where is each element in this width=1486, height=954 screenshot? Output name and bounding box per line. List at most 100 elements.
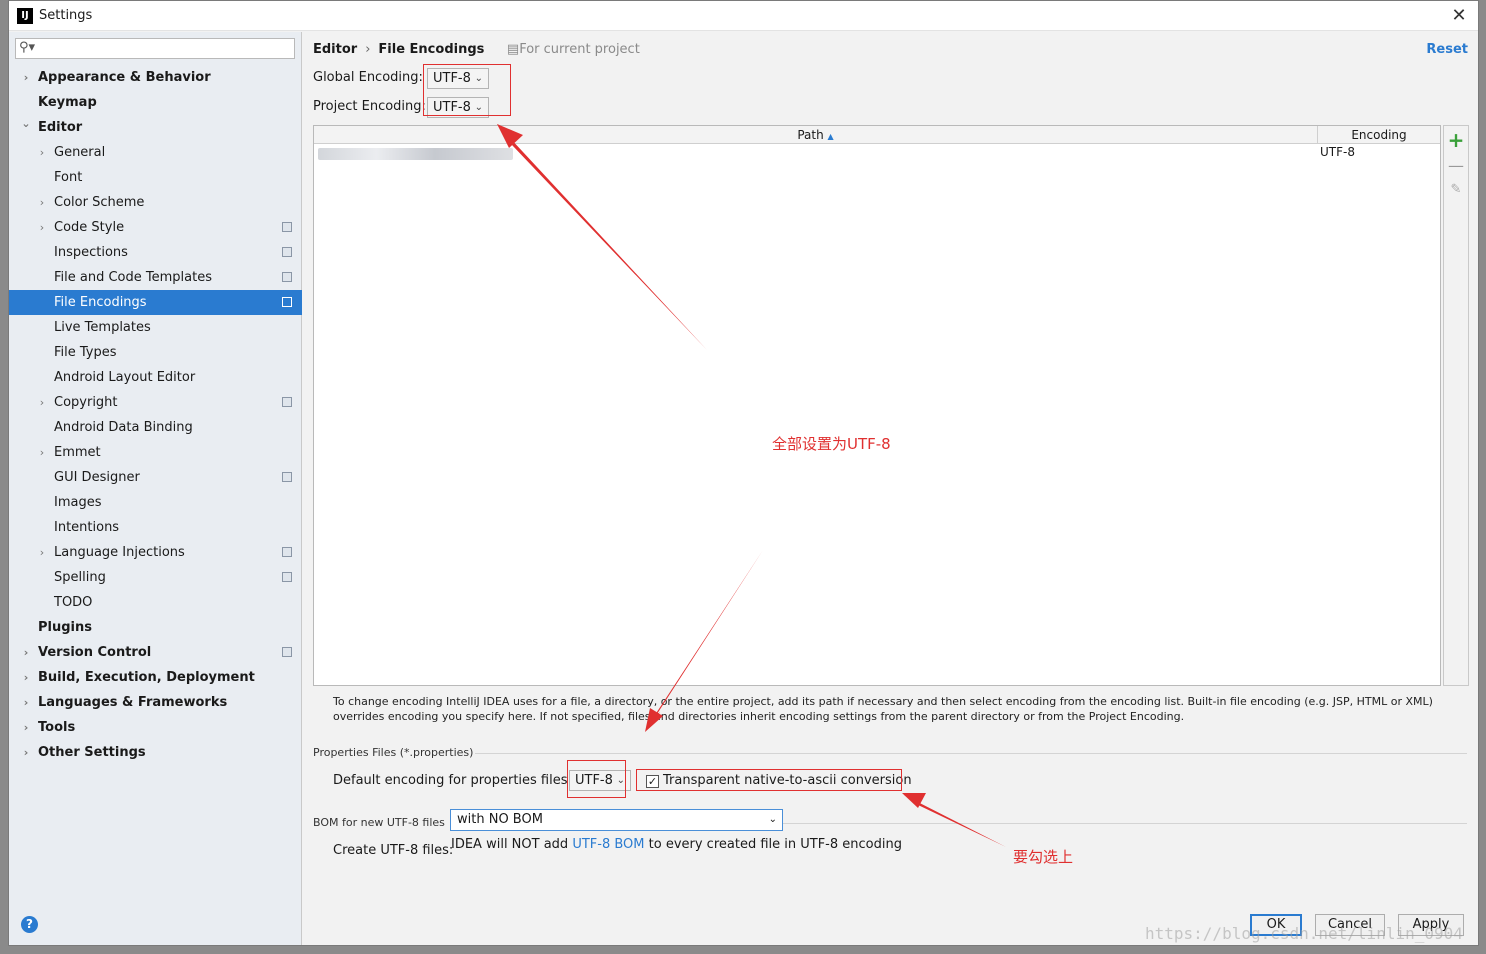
sidebar-item-code-style[interactable]: › Code Style	[9, 215, 302, 240]
chevron-right-icon[interactable]: ›	[37, 190, 47, 215]
sidebar-item-live-templates[interactable]: Live Templates	[9, 315, 302, 340]
project-scope-icon	[282, 297, 292, 307]
chevron-right-icon[interactable]: ›	[37, 140, 47, 165]
sidebar-item-label: Emmet	[54, 445, 101, 460]
chevron-right-icon[interactable]: ›	[37, 215, 47, 240]
chevron-right-icon[interactable]: ›	[37, 440, 47, 465]
chevron-down-icon: ⌄	[768, 814, 777, 825]
breadcrumb-editor: Editor	[313, 42, 358, 57]
properties-section-title: Properties Files (*.properties)	[313, 746, 474, 759]
bom-select-value: with NO BOM	[457, 812, 543, 827]
chevron-right-icon[interactable]: ›	[21, 640, 31, 665]
sidebar-item-font[interactable]: Font	[9, 165, 302, 190]
chevron-right-icon[interactable]: ›	[21, 665, 31, 690]
column-header-encoding[interactable]: Encoding	[1318, 126, 1440, 144]
project-scope-icon	[282, 247, 292, 257]
sidebar-item-todo[interactable]: TODO	[9, 590, 302, 615]
sidebar-item-label: Code Style	[54, 220, 125, 235]
utf8-bom-link[interactable]: UTF-8 BOM	[572, 837, 644, 852]
table-row-path-blurred[interactable]	[318, 148, 513, 160]
settings-window: IJ Settings ✕ ⚲▾ › Appearance & Behavior K…	[8, 0, 1479, 946]
chevron-right-icon[interactable]: ›	[21, 690, 31, 715]
sidebar-item-label: Other Settings	[38, 745, 146, 760]
project-scope-icon	[282, 547, 292, 557]
sidebar-item-label: Editor	[38, 120, 83, 135]
sidebar-item-file-encodings[interactable]: File Encodings	[9, 290, 302, 315]
chevron-right-icon[interactable]: ›	[21, 740, 31, 765]
chevron-right-icon[interactable]: ›	[21, 715, 31, 740]
sidebar-item-label: GUI Designer	[54, 470, 140, 485]
global-encoding-label: Global Encoding:	[313, 70, 423, 85]
breadcrumb-separator: ›	[365, 42, 371, 57]
project-scope-icon	[282, 647, 292, 657]
sidebar-item-language-injections[interactable]: › Language Injections	[9, 540, 302, 565]
sidebar-item-gui-designer[interactable]: GUI Designer	[9, 465, 302, 490]
bom-select[interactable]: with NO BOM ⌄	[450, 809, 783, 831]
sidebar-item-plugins[interactable]: Plugins	[9, 615, 302, 640]
add-icon[interactable]: +	[1444, 128, 1468, 152]
close-icon[interactable]: ✕	[1448, 5, 1470, 27]
sidebar-item-inspections[interactable]: Inspections	[9, 240, 302, 265]
sidebar-item-color-scheme[interactable]: › Color Scheme	[9, 190, 302, 215]
bom-section-title: BOM for new UTF-8 files	[313, 816, 445, 829]
sidebar-item-label: Android Layout Editor	[54, 370, 196, 385]
sidebar-item-keymap[interactable]: Keymap	[9, 90, 302, 115]
sidebar-item-version-control[interactable]: › Version Control	[9, 640, 302, 665]
sidebar-item-label: Appearance & Behavior	[38, 70, 211, 85]
sidebar-item-spelling[interactable]: Spelling	[9, 565, 302, 590]
sidebar-item-label: Inspections	[54, 245, 128, 260]
sidebar-item-file-types[interactable]: File Types	[9, 340, 302, 365]
chevron-right-icon[interactable]: ›	[37, 390, 47, 415]
sidebar-item-label: Android Data Binding	[54, 420, 193, 435]
chevron-down-icon[interactable]: ⌄	[21, 111, 31, 136]
search-icon: ⚲▾	[19, 40, 36, 55]
sidebar-item-label: Live Templates	[54, 320, 151, 335]
chevron-right-icon[interactable]: ›	[21, 65, 31, 90]
sidebar-item-file-and-code-templates[interactable]: File and Code Templates	[9, 265, 302, 290]
help-icon[interactable]: ?	[21, 916, 38, 933]
sidebar-item-label: TODO	[54, 595, 93, 610]
sidebar-item-label: Images	[54, 495, 102, 510]
sidebar-item-label: File Types	[54, 345, 117, 360]
sidebar-item-build-execution-deployment[interactable]: › Build, Execution, Deployment	[9, 665, 302, 690]
annotation-box-properties-encoding	[567, 760, 626, 798]
sidebar-item-general[interactable]: › General	[9, 140, 302, 165]
sidebar-item-label: Color Scheme	[54, 195, 145, 210]
reset-link[interactable]: Reset	[1426, 42, 1468, 57]
watermark: https://blog.csdn.net/linlin_0904	[1145, 924, 1463, 943]
bom-note-prefix: IDEA will NOT add	[451, 837, 573, 852]
annotation-note-set-utf8: 全部设置为UTF-8	[772, 435, 891, 453]
sidebar-item-intentions[interactable]: Intentions	[9, 515, 302, 540]
column-header-path-label: Path	[797, 128, 824, 142]
sidebar-item-label: Font	[54, 170, 83, 185]
sidebar-item-label: Keymap	[38, 95, 97, 110]
sidebar-item-android-layout-editor[interactable]: Android Layout Editor	[9, 365, 302, 390]
settings-search-input[interactable]: ⚲▾	[15, 38, 295, 59]
sidebar-item-emmet[interactable]: › Emmet	[9, 440, 302, 465]
chevron-right-icon[interactable]: ›	[37, 540, 47, 565]
project-encoding-label: Project Encoding:	[313, 99, 426, 114]
remove-icon[interactable]: —	[1444, 154, 1468, 178]
sidebar-item-copyright[interactable]: › Copyright	[9, 390, 302, 415]
for-current-project-hint: ▤ For current project	[507, 42, 640, 57]
sidebar-item-images[interactable]: Images	[9, 490, 302, 515]
sidebar-item-editor[interactable]: ⌄ Editor	[9, 115, 302, 140]
table-toolbar: + — ✎	[1443, 125, 1469, 686]
sidebar-item-label: File Encodings	[54, 295, 147, 310]
sidebar-item-label: Build, Execution, Deployment	[38, 670, 255, 685]
bom-note-suffix: to every created file in UTF-8 encoding	[644, 837, 902, 852]
sidebar-item-label: Intentions	[54, 520, 120, 535]
sidebar-item-languages-frameworks[interactable]: › Languages & Frameworks	[9, 690, 302, 715]
project-scope-icon	[282, 222, 292, 232]
sidebar-item-appearance-behavior[interactable]: › Appearance & Behavior	[9, 65, 302, 90]
sidebar-item-tools[interactable]: › Tools	[9, 715, 302, 740]
table-row-encoding[interactable]: UTF-8	[1320, 145, 1355, 159]
create-utf8-files-label: Create UTF-8 files:	[333, 843, 454, 858]
column-header-path[interactable]: Path ▲	[314, 126, 1318, 144]
properties-section-divider	[475, 753, 1467, 754]
sidebar-item-other-settings[interactable]: › Other Settings	[9, 740, 302, 765]
breadcrumb-file-encodings: File Encodings	[378, 42, 485, 57]
edit-icon[interactable]: ✎	[1444, 178, 1468, 202]
path-encoding-table[interactable]: Path ▲ Encoding UTF-8	[313, 125, 1441, 686]
sidebar-item-android-data-binding[interactable]: Android Data Binding	[9, 415, 302, 440]
